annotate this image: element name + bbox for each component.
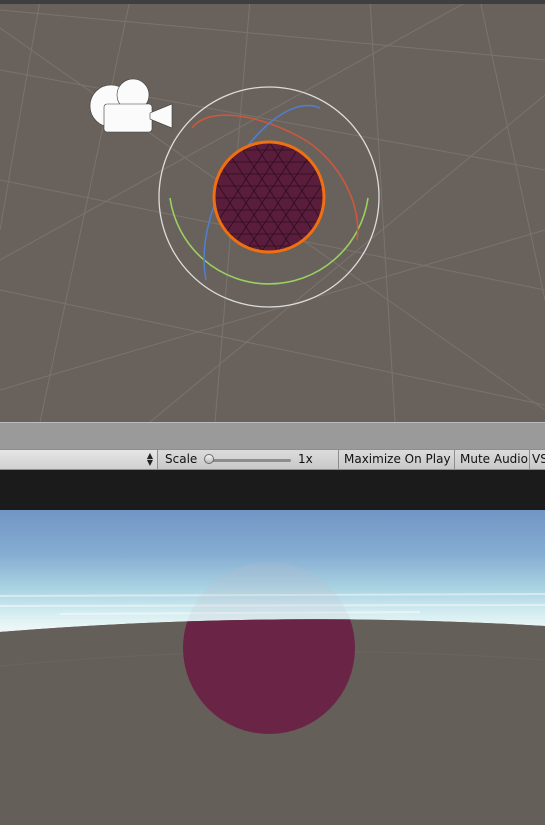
aspect-dropdown[interactable]: ▲ ▼	[0, 450, 158, 469]
scale-label: Scale	[165, 452, 198, 466]
scale-control: Scale 1x	[159, 450, 339, 469]
scale-value: 1x	[298, 452, 313, 466]
scale-slider-thumb[interactable]	[204, 454, 214, 464]
scene-view[interactable]	[0, 0, 545, 422]
maximize-on-play-button[interactable]: Maximize On Play	[338, 450, 454, 469]
camera-gizmo-icon[interactable]	[89, 78, 173, 133]
game-view-letterbox	[0, 470, 545, 510]
scene-top-strip	[0, 0, 545, 4]
scale-slider-track[interactable]	[207, 459, 291, 462]
game-view[interactable]	[0, 510, 545, 825]
scene-canvas	[0, 0, 545, 422]
game-view-toolbar: ▲ ▼ Scale 1x Maximize On Play Mute Audio …	[0, 449, 545, 470]
game-canvas	[0, 510, 545, 825]
up-down-arrows-icon: ▲ ▼	[146, 451, 153, 467]
stats-button[interactable]: VS	[529, 450, 545, 469]
mute-audio-button[interactable]: Mute Audio	[454, 450, 529, 469]
game-tab-strip[interactable]	[0, 422, 545, 449]
